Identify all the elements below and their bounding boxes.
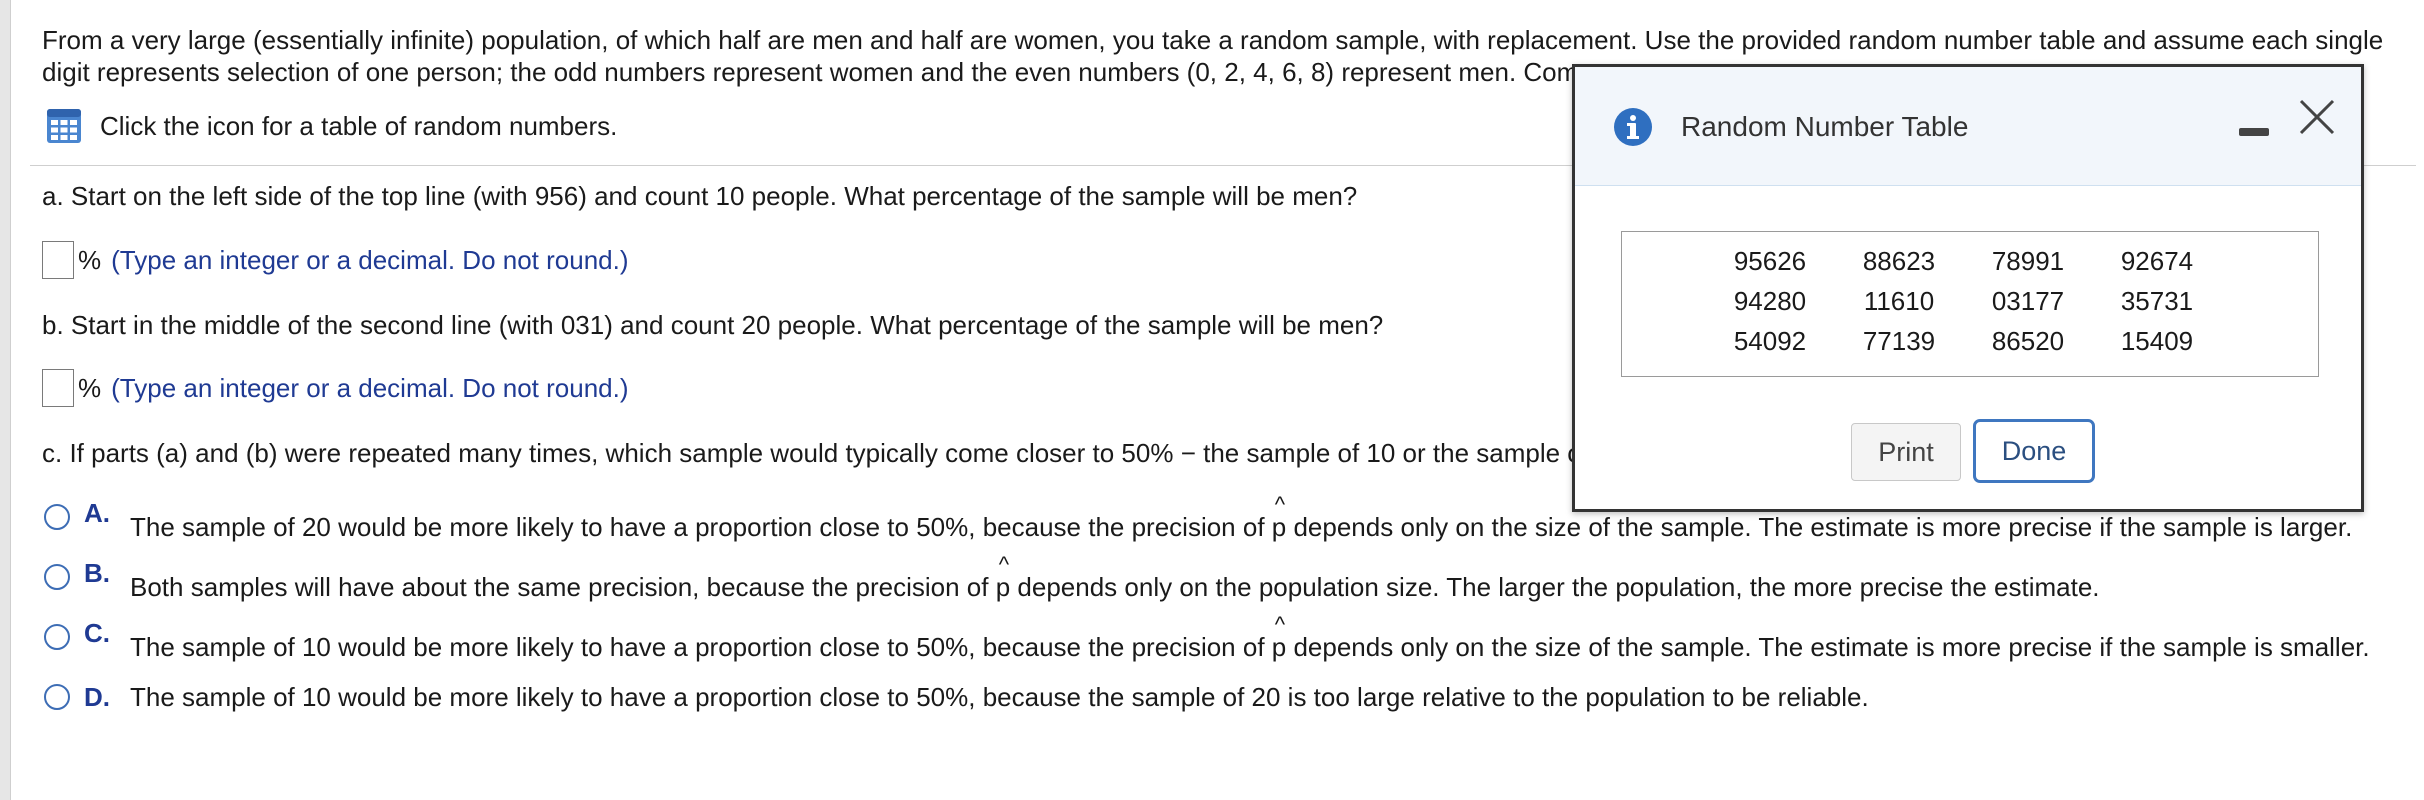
table-cell: 88623 bbox=[1862, 246, 1936, 276]
random-number-table: 95626 88623 78991 92674 94280 11610 0317… bbox=[1621, 231, 2319, 377]
table-cell: 78991 bbox=[1991, 246, 2065, 276]
info-icon bbox=[1614, 108, 1652, 146]
choice-b-text: Both samples will have about the same pr… bbox=[130, 552, 2100, 603]
table-row: 95626 88623 78991 92674 bbox=[1622, 246, 2318, 286]
question-b: b. Start in the middle of the second lin… bbox=[42, 310, 1384, 340]
answer-a-input[interactable] bbox=[42, 241, 74, 279]
p-hat-symbol: p bbox=[1272, 612, 1286, 663]
question-a: a. Start on the left side of the top lin… bbox=[42, 181, 1358, 211]
answer-row-b: % (Type an integer or a decimal. Do not … bbox=[42, 366, 629, 410]
dialog-header: Random Number Table bbox=[1575, 67, 2361, 186]
table-cell: 86520 bbox=[1991, 326, 2065, 356]
table-cell: 35731 bbox=[2120, 286, 2194, 316]
random-table-link[interactable]: Click the icon for a table of random num… bbox=[46, 106, 617, 146]
choice-a-text: The sample of 20 would be more likely to… bbox=[130, 492, 2352, 543]
answer-b-hint: (Type an integer or a decimal. Do not ro… bbox=[111, 372, 629, 403]
answer-row-a: % (Type an integer or a decimal. Do not … bbox=[42, 238, 629, 282]
table-cell: 54092 bbox=[1733, 326, 1807, 356]
answer-b-input[interactable] bbox=[42, 369, 74, 407]
choice-a-radio[interactable] bbox=[44, 504, 70, 530]
print-button[interactable]: Print bbox=[1851, 423, 1961, 481]
grid-table-icon[interactable] bbox=[46, 108, 82, 144]
choice-c-letter: C. bbox=[84, 618, 110, 648]
left-edge-strip bbox=[0, 0, 11, 800]
minimize-icon[interactable] bbox=[2239, 128, 2269, 136]
close-icon[interactable] bbox=[2295, 95, 2339, 139]
answer-a-hint: (Type an integer or a decimal. Do not ro… bbox=[111, 244, 629, 275]
table-cell: 95626 bbox=[1733, 246, 1807, 276]
table-cell: 77139 bbox=[1862, 326, 1936, 356]
table-row: 54092 77139 86520 15409 bbox=[1622, 326, 2318, 366]
choice-b-radio[interactable] bbox=[44, 564, 70, 590]
intro-line-1: From a very large (essentially infinite)… bbox=[42, 25, 2384, 55]
choice-d-text: The sample of 10 would be more likely to… bbox=[130, 682, 1869, 712]
choice-d[interactable]: D. The sample of 10 would be more likely… bbox=[44, 682, 1869, 713]
choice-c-text: The sample of 10 would be more likely to… bbox=[130, 612, 2370, 663]
choice-d-letter: D. bbox=[84, 682, 110, 712]
table-cell: 92674 bbox=[2120, 246, 2194, 276]
p-hat-symbol: p bbox=[996, 552, 1010, 603]
random-number-table-dialog: Random Number Table 95626 88623 78991 92… bbox=[1572, 64, 2364, 512]
choice-b[interactable]: B. Both samples will have about the same… bbox=[44, 552, 2100, 603]
question-c: c. If parts (a) and (b) were repeated ma… bbox=[42, 438, 1582, 468]
choice-c-radio[interactable] bbox=[44, 624, 70, 650]
table-cell: 15409 bbox=[2120, 326, 2194, 356]
table-row: 94280 11610 03177 35731 bbox=[1622, 286, 2318, 326]
answer-b-unit: % bbox=[78, 372, 102, 403]
table-cell: 94280 bbox=[1733, 286, 1807, 316]
done-button[interactable]: Done bbox=[1973, 419, 2095, 483]
choice-a-letter: A. bbox=[84, 498, 110, 528]
dialog-title: Random Number Table bbox=[1681, 111, 1969, 142]
answer-a-unit: % bbox=[78, 244, 102, 275]
random-table-link-label[interactable]: Click the icon for a table of random num… bbox=[100, 111, 617, 142]
table-cell: 11610 bbox=[1863, 286, 1935, 316]
p-hat-symbol: p bbox=[1272, 492, 1286, 543]
choice-d-radio[interactable] bbox=[44, 684, 70, 710]
choice-c[interactable]: C. The sample of 10 would be more likely… bbox=[44, 612, 2370, 663]
choice-b-letter: B. bbox=[84, 558, 110, 588]
minimize-button[interactable] bbox=[2237, 117, 2271, 147]
table-cell: 03177 bbox=[1991, 286, 2065, 316]
